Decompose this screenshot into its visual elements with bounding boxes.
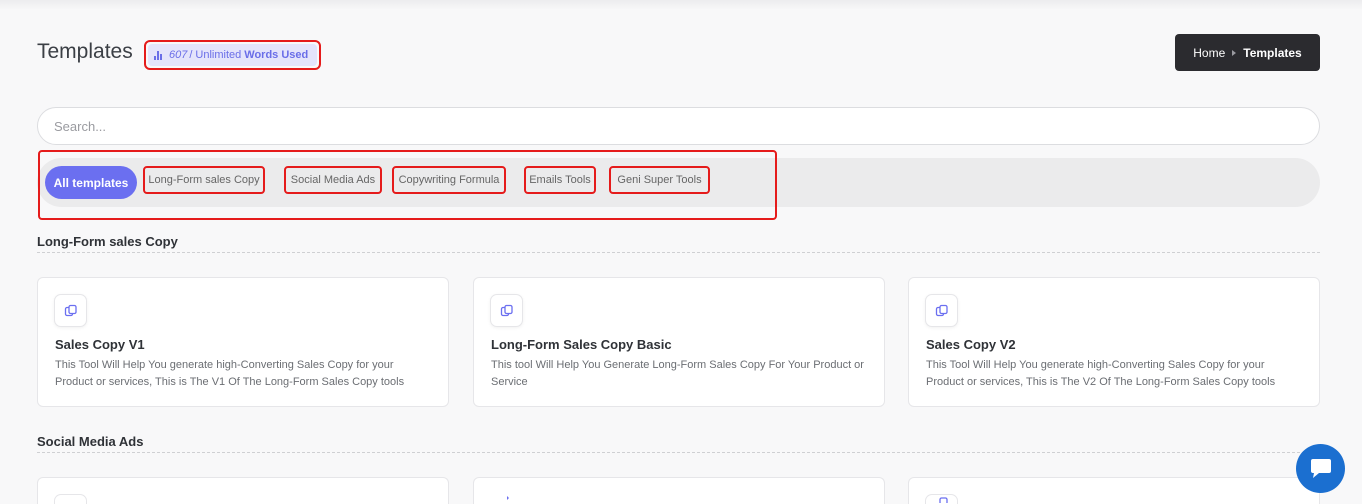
words-used-label: Words Used (244, 49, 309, 61)
section-divider (37, 252, 1320, 253)
section-divider (37, 452, 1320, 453)
template-icon (925, 494, 958, 504)
template-card-title: Long-Form Sales Copy Basic (491, 337, 672, 352)
chat-button[interactable] (1296, 444, 1345, 493)
chat-icon (1310, 458, 1331, 478)
filter-emails-tools[interactable]: Emails Tools (524, 166, 596, 194)
template-card[interactable]: Sales Copy V2 This Tool Will Help You ge… (908, 277, 1320, 407)
template-card-title: Sales Copy V1 (55, 337, 145, 352)
template-card[interactable] (37, 477, 449, 504)
template-card[interactable]: Long-Form Sales Copy Basic This tool Wil… (473, 277, 885, 407)
copy-icon (54, 294, 87, 327)
template-card[interactable]: Sales Copy V1 This Tool Will Help You ge… (37, 277, 449, 407)
breadcrumb-arrow-icon (1232, 49, 1237, 56)
filter-social-media-ads[interactable]: Social Media Ads (284, 166, 382, 194)
breadcrumb: Home Templates (1175, 34, 1320, 71)
template-card[interactable] (908, 477, 1320, 504)
bar-chart-icon (154, 50, 164, 60)
breadcrumb-current: Templates (1243, 45, 1302, 60)
template-icon (490, 494, 523, 504)
filter-long-form-sales-copy[interactable]: Long-Form sales Copy (143, 166, 265, 194)
words-limit: Unlimited (195, 49, 242, 61)
search-input[interactable] (37, 107, 1320, 145)
template-card-description: This Tool Will Help You generate high-Co… (926, 359, 1276, 388)
words-used-count: 607 (169, 49, 188, 61)
section-title-social-media-ads: Social Media Ads (37, 434, 144, 449)
section-title-long-form: Long-Form sales Copy (37, 234, 178, 249)
copy-icon (925, 294, 958, 327)
template-card-description: This tool Will Help You Generate Long-Fo… (491, 359, 864, 388)
template-card-title: Sales Copy V2 (926, 337, 1016, 352)
copy-icon (490, 294, 523, 327)
filter-copywriting-formula[interactable]: Copywriting Formula (392, 166, 506, 194)
template-card-description: This Tool Will Help You generate high-Co… (55, 359, 405, 388)
page-title: Templates (37, 40, 133, 63)
words-used-separator: / (189, 49, 193, 61)
breadcrumb-home[interactable]: Home (1193, 46, 1225, 60)
words-used-badge: 607 / Unlimited Words Used (144, 40, 321, 70)
filter-all-templates[interactable]: All templates (45, 166, 137, 199)
top-shadow (0, 0, 1362, 10)
filter-geni-super-tools[interactable]: Geni Super Tools (609, 166, 710, 194)
template-card[interactable] (473, 477, 885, 504)
template-icon (54, 494, 87, 504)
